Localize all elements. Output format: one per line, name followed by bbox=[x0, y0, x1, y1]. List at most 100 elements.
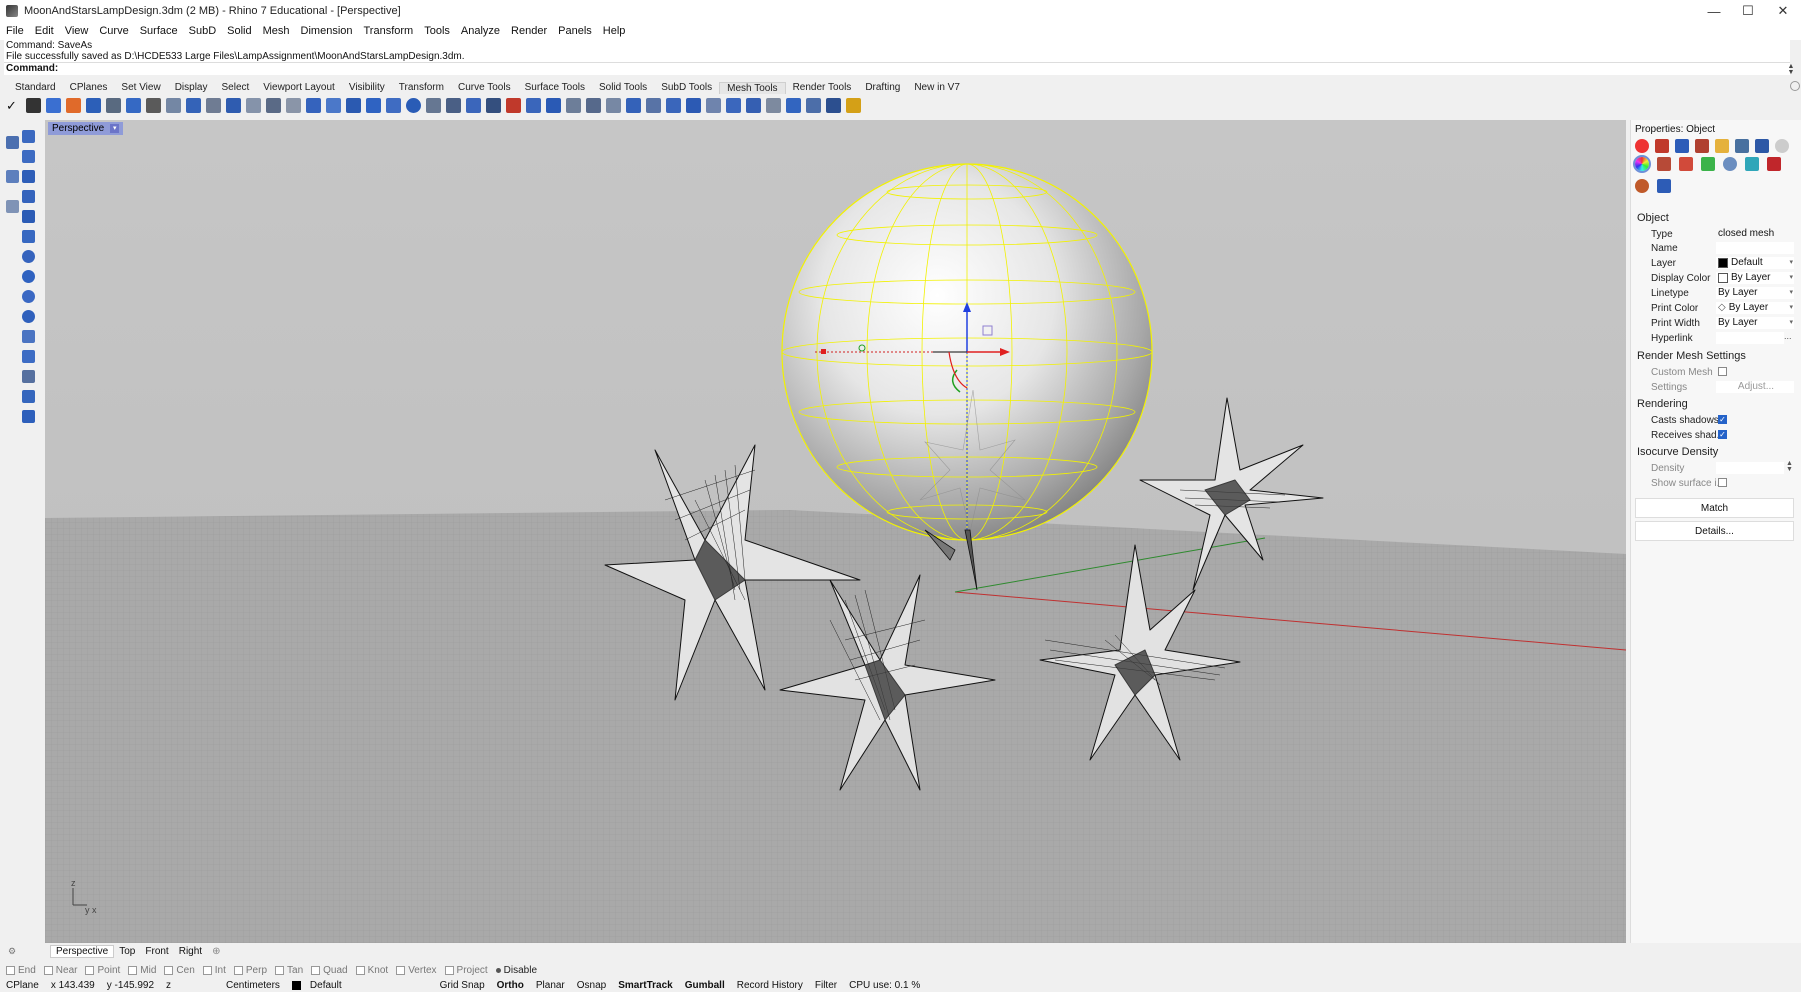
object-name-icon[interactable] bbox=[1701, 157, 1715, 171]
osnap-vertex[interactable]: Vertex bbox=[396, 965, 437, 976]
scroll-down-icon[interactable]: ▼ bbox=[1785, 69, 1797, 78]
mesh-tool-icon[interactable] bbox=[106, 97, 121, 113]
viewport-menu-caret-icon[interactable]: ▾ bbox=[110, 124, 120, 133]
osnap-end[interactable]: End bbox=[6, 965, 36, 976]
curve-tool-icon[interactable] bbox=[22, 130, 35, 143]
mesh-tool-icon[interactable] bbox=[126, 97, 141, 113]
status-planar[interactable]: Planar bbox=[530, 980, 571, 991]
mesh-icon[interactable] bbox=[1657, 179, 1671, 193]
display-icon[interactable] bbox=[1695, 139, 1709, 153]
arc-tool-icon[interactable] bbox=[6, 200, 19, 213]
mesh-tool-icon[interactable] bbox=[526, 97, 541, 113]
tab-drafting[interactable]: Drafting bbox=[858, 82, 907, 93]
mesh-tool-icon[interactable] bbox=[686, 97, 701, 113]
mesh-tool-icon[interactable] bbox=[386, 97, 401, 113]
mesh-tool-icon[interactable] bbox=[286, 97, 301, 113]
mesh-patch-tool-icon[interactable] bbox=[22, 410, 35, 423]
tab-subd-tools[interactable]: SubD Tools bbox=[654, 82, 719, 93]
osnap-knot[interactable]: Knot bbox=[355, 965, 388, 976]
tab-solid-tools[interactable]: Solid Tools bbox=[592, 82, 654, 93]
adjust-button[interactable]: Adjust... bbox=[1716, 381, 1794, 393]
cylinder-tool-icon[interactable] bbox=[22, 210, 35, 223]
render-icon[interactable] bbox=[1635, 179, 1649, 193]
density-spinner-icon[interactable]: ▲ ▼ bbox=[1786, 460, 1793, 473]
menu-mesh[interactable]: Mesh bbox=[263, 25, 290, 37]
osnap-point[interactable]: Point bbox=[85, 965, 120, 976]
viewport-tab-top[interactable]: Top bbox=[114, 946, 140, 957]
viewport-options-icon[interactable]: ⚙ bbox=[3, 946, 21, 957]
command-history[interactable]: Command: SaveAs File successfully saved … bbox=[4, 40, 1790, 62]
mesh-tool-icon[interactable] bbox=[586, 97, 601, 113]
menu-view[interactable]: View bbox=[65, 25, 89, 37]
mesh-sphere-icon[interactable] bbox=[406, 97, 421, 113]
osnap-tan[interactable]: Tan bbox=[275, 965, 303, 976]
mesh-tool-icon[interactable] bbox=[786, 97, 801, 113]
mesh-tool-icon[interactable] bbox=[166, 97, 181, 113]
mesh-tool-icon[interactable] bbox=[66, 97, 81, 113]
hyperlink-field[interactable] bbox=[1716, 332, 1784, 344]
surface-tool-icon[interactable] bbox=[22, 170, 35, 183]
tab-transform[interactable]: Transform bbox=[392, 82, 451, 93]
layers-icon[interactable] bbox=[1675, 139, 1689, 153]
mesh-tool-icon[interactable] bbox=[186, 97, 201, 113]
mesh-tool-icon[interactable] bbox=[266, 97, 281, 113]
paraboloid-tool-icon[interactable] bbox=[22, 290, 35, 303]
status-smarttrack[interactable]: SmartTrack bbox=[612, 980, 678, 991]
menu-transform[interactable]: Transform bbox=[364, 25, 414, 37]
tab-visibility[interactable]: Visibility bbox=[342, 82, 392, 93]
menu-edit[interactable]: Edit bbox=[35, 25, 54, 37]
menu-analyze[interactable]: Analyze bbox=[461, 25, 500, 37]
mesh-tool-icon[interactable] bbox=[646, 97, 661, 113]
mesh-tool-icon[interactable] bbox=[666, 97, 681, 113]
checkmark-icon[interactable]: ✓ bbox=[6, 98, 21, 113]
mesh-tool-icon[interactable] bbox=[466, 97, 481, 113]
status-ortho[interactable]: Ortho bbox=[491, 980, 530, 991]
osnap-near[interactable]: Near bbox=[43, 965, 77, 976]
density-field[interactable] bbox=[1716, 462, 1784, 474]
osnap-perp[interactable]: Perp bbox=[233, 965, 267, 976]
linetype-select[interactable]: By Layer ▾ bbox=[1716, 287, 1794, 299]
viewport-tab-front[interactable]: Front bbox=[140, 946, 173, 957]
osnap-quad[interactable]: Quad bbox=[311, 965, 348, 976]
status-record-history[interactable]: Record History bbox=[731, 980, 809, 991]
mesh-tool-icon[interactable] bbox=[366, 97, 381, 113]
osnap-project[interactable]: Project bbox=[444, 965, 488, 976]
mesh-tool-icon[interactable] bbox=[826, 97, 841, 113]
status-grid-snap[interactable]: Grid Snap bbox=[434, 980, 491, 991]
pipe-tool-icon[interactable] bbox=[22, 330, 35, 343]
tab-curve-tools[interactable]: Curve Tools bbox=[451, 82, 518, 93]
menu-panels[interactable]: Panels bbox=[558, 25, 592, 37]
layer-select[interactable]: Default ▾ bbox=[1716, 257, 1794, 269]
tab-viewport-layout[interactable]: Viewport Layout bbox=[256, 82, 342, 93]
mesh-tool-icon[interactable] bbox=[506, 97, 521, 113]
status-cplane[interactable]: CPlane bbox=[0, 980, 45, 991]
add-viewport-tab-icon[interactable]: ⊕ bbox=[207, 946, 225, 957]
mesh-tool-icon[interactable] bbox=[766, 97, 781, 113]
mesh-tool-icon[interactable] bbox=[426, 97, 441, 113]
status-units[interactable]: Centimeters bbox=[220, 980, 286, 991]
menu-curve[interactable]: Curve bbox=[99, 25, 128, 37]
mesh-tool-icon[interactable] bbox=[726, 97, 741, 113]
mesh-tool-icon[interactable] bbox=[246, 97, 261, 113]
tab-display[interactable]: Display bbox=[168, 82, 215, 93]
receives-shadows-checkbox[interactable]: ✓ bbox=[1718, 430, 1727, 439]
mesh-tool-icon[interactable] bbox=[566, 97, 581, 113]
help-icon[interactable] bbox=[1775, 139, 1789, 153]
mesh-tool-icon[interactable] bbox=[746, 97, 761, 113]
ellipsoid-tool-icon[interactable] bbox=[22, 270, 35, 283]
match-button[interactable]: Match bbox=[1635, 498, 1794, 518]
mesh-tool-icon[interactable] bbox=[486, 97, 501, 113]
named-views-icon[interactable] bbox=[1735, 139, 1749, 153]
mesh-tool-icon[interactable] bbox=[86, 97, 101, 113]
perspective-viewport[interactable]: z y x bbox=[45, 120, 1626, 943]
status-gumball[interactable]: Gumball bbox=[679, 980, 731, 991]
mesh-tool-icon[interactable] bbox=[326, 97, 341, 113]
tab-set-view[interactable]: Set View bbox=[114, 82, 167, 93]
mesh-tool-icon[interactable] bbox=[226, 97, 241, 113]
close-button[interactable]: ✕ bbox=[1760, 0, 1801, 22]
viewport-tab-perspective[interactable]: Perspective bbox=[50, 945, 115, 958]
tab-mesh-tools[interactable]: Mesh Tools bbox=[719, 81, 786, 94]
menu-tools[interactable]: Tools bbox=[424, 25, 450, 37]
mesh-box-tool-icon[interactable] bbox=[22, 350, 35, 363]
status-filter[interactable]: Filter bbox=[809, 980, 843, 991]
